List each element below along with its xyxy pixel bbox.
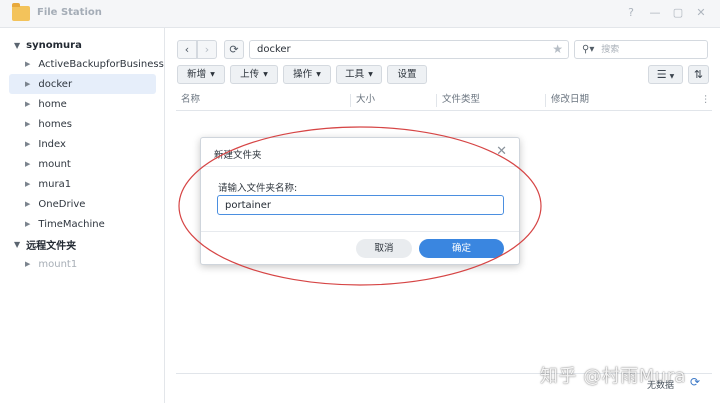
path-text: docker (257, 44, 291, 55)
status-text: 无数据 (647, 381, 675, 391)
caret-right-icon[interactable]: ▶ (25, 220, 30, 228)
refresh-button[interactable]: ⟳ (224, 40, 244, 59)
sidebar-item-label: OneDrive (38, 198, 86, 210)
sidebar-item-mura1[interactable]: ▶ mura1 (9, 174, 156, 194)
folder-icon (12, 3, 30, 21)
sidebar-item-label: docker (38, 78, 73, 90)
maximize-icon[interactable]: ▢ (671, 6, 685, 20)
dialog-footer-divider (201, 231, 519, 232)
caret-down-icon[interactable]: ▼ (14, 41, 20, 50)
sidebar-item-index[interactable]: ▶ Index (9, 134, 156, 154)
tree-root-label: 远程文件夹 (26, 240, 77, 252)
search-input[interactable]: ⚲▾ 搜索 (574, 40, 708, 59)
dropdown-arrow-icon: ▼ (316, 71, 321, 78)
upload-button[interactable]: 上传 ▼ (230, 65, 278, 84)
sidebar-item-label: homes (38, 118, 72, 130)
dialog-divider (201, 166, 519, 167)
caret-right-icon[interactable]: ▶ (25, 80, 30, 88)
upload-label: 上传 (240, 69, 260, 80)
settings-button[interactable]: 设置 (387, 65, 427, 84)
caret-down-icon[interactable]: ▼ (14, 240, 20, 249)
view-mode-button[interactable]: ☰ ▼ (648, 65, 683, 84)
caret-right-icon[interactable]: ▶ (25, 120, 30, 128)
sidebar-item-onedrive[interactable]: ▶ OneDrive (9, 194, 156, 214)
tree-root-synomura[interactable]: ▼ synomura (14, 36, 82, 54)
sidebar-item-label: TimeMachine (38, 218, 105, 230)
caret-right-icon[interactable]: ▶ (25, 200, 30, 208)
sidebar-item-timemachine[interactable]: ▶ TimeMachine (9, 214, 156, 234)
refresh-icon[interactable]: ⟳ (690, 375, 700, 389)
sidebar-item-mount[interactable]: ▶ mount (9, 154, 156, 174)
ok-button[interactable]: 确定 (419, 239, 504, 258)
search-placeholder: 搜索 (601, 45, 620, 55)
back-button[interactable]: ‹ (177, 40, 197, 59)
search-icon[interactable]: ⚲▾ (582, 44, 594, 55)
sidebar-item-mount1[interactable]: ▶ mount1 (9, 254, 156, 274)
caret-right-icon[interactable]: ▶ (25, 160, 30, 168)
close-icon[interactable]: ✕ (694, 6, 708, 20)
title-bar: File Station ? — ▢ ✕ (0, 0, 720, 28)
forward-button[interactable]: › (197, 40, 217, 59)
create-button[interactable]: 新增 ▼ (177, 65, 225, 84)
tree-root-label: synomura (26, 39, 82, 51)
sidebar-item-label: mount1 (38, 258, 78, 270)
create-label: 新增 (187, 69, 207, 80)
sort-icon: ⇅ (693, 68, 704, 81)
app-title: File Station (37, 7, 102, 18)
tools-label: 工具 (345, 69, 365, 80)
sidebar-item-docker[interactable]: ▶ docker (9, 74, 156, 94)
caret-right-icon[interactable]: ▶ (25, 140, 30, 148)
folder-name-input[interactable] (217, 195, 504, 215)
sidebar-item-label: mura1 (38, 178, 72, 190)
dialog-title: 新建文件夹 (214, 150, 262, 161)
caret-right-icon[interactable]: ▶ (25, 60, 30, 68)
sidebar: ▼ synomura ▶ ActiveBackupforBusiness ▶ d… (0, 28, 165, 403)
minimize-icon[interactable]: — (648, 6, 662, 20)
caret-right-icon[interactable]: ▶ (25, 180, 30, 188)
sidebar-item-label: ActiveBackupforBusiness (38, 58, 164, 70)
file-table-header: 名称 大小 文件类型 修改日期 ⋮ (176, 90, 712, 111)
column-type[interactable]: 文件类型 (437, 90, 545, 110)
dropdown-arrow-icon: ▼ (368, 71, 373, 78)
sidebar-item-label: home (38, 98, 67, 110)
list-view-icon: ☰ (656, 68, 667, 81)
dropdown-arrow-icon: ▼ (210, 71, 215, 78)
close-icon[interactable]: ✕ (496, 144, 507, 159)
dropdown-arrow-icon: ▼ (263, 71, 268, 78)
column-size[interactable]: 大小 (351, 90, 436, 110)
caret-right-icon[interactable]: ▶ (25, 100, 30, 108)
sidebar-item-activebackupforbusiness[interactable]: ▶ ActiveBackupforBusiness (9, 54, 164, 74)
dropdown-arrow-icon: ▼ (669, 73, 675, 80)
sidebar-item-homes[interactable]: ▶ homes (9, 114, 156, 134)
sort-button[interactable]: ⇅ (688, 65, 709, 84)
action-label: 操作 (293, 69, 313, 80)
action-button[interactable]: 操作 ▼ (283, 65, 331, 84)
settings-label: 设置 (397, 69, 417, 80)
caret-right-icon[interactable]: ▶ (25, 260, 30, 268)
sidebar-item-label: Index (38, 138, 66, 150)
star-icon[interactable]: ★ (552, 41, 563, 58)
sidebar-item-home[interactable]: ▶ home (9, 94, 156, 114)
folder-name-label: 请输入文件夹名称: (218, 183, 298, 194)
sidebar-item-label: mount (38, 158, 71, 170)
cancel-button[interactable]: 取消 (356, 239, 412, 258)
column-name[interactable]: 名称 (176, 90, 350, 110)
column-menu-icon[interactable]: ⋮ (696, 90, 712, 110)
new-folder-dialog: 新建文件夹 ✕ 请输入文件夹名称: 取消 确定 (200, 137, 520, 265)
column-modified[interactable]: 修改日期 (546, 90, 696, 110)
tools-button[interactable]: 工具 ▼ (336, 65, 382, 84)
help-icon[interactable]: ? (624, 6, 638, 20)
path-field[interactable]: docker ★ (249, 40, 569, 59)
tree-root-remote-folders[interactable]: ▼ 远程文件夹 (14, 235, 76, 253)
